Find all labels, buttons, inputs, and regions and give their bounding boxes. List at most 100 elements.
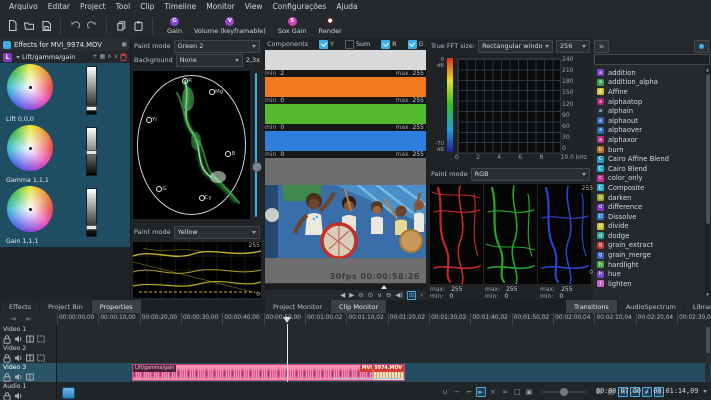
save-icon[interactable] bbox=[40, 19, 52, 33]
timeline-tool-icon[interactable]: ⌐ bbox=[464, 387, 474, 397]
timeline-tool-icon[interactable]: ∞ bbox=[500, 387, 510, 397]
menu-item[interactable]: Ajuda bbox=[331, 2, 362, 11]
dock-tab[interactable]: Transitions bbox=[566, 300, 617, 313]
dock-tab[interactable]: Library bbox=[685, 300, 711, 313]
scroll-down-icon[interactable]: ▼ bbox=[705, 292, 710, 297]
vectorscope-background-select[interactable]: None bbox=[176, 54, 243, 67]
dock-tab[interactable]: AudioSpectrum bbox=[618, 300, 684, 313]
color-wheel[interactable] bbox=[7, 125, 53, 171]
track-header[interactable]: Video 2 bbox=[0, 344, 57, 363]
wheel-cursor[interactable] bbox=[29, 147, 32, 150]
slider-knob[interactable] bbox=[252, 162, 262, 172]
transition-list-item[interactable]: l lighten bbox=[593, 279, 704, 289]
track-header[interactable]: Video 3 bbox=[0, 363, 57, 382]
transport-icon[interactable]: ◀ bbox=[340, 292, 345, 299]
lock-icon[interactable] bbox=[3, 392, 11, 400]
track-header[interactable]: Video 1 bbox=[0, 325, 57, 344]
transition-list-item[interactable]: d darken bbox=[593, 193, 704, 203]
menu-item[interactable]: Arquivo bbox=[4, 2, 43, 11]
transport-icon[interactable]: ⊖ bbox=[358, 292, 363, 299]
transition-list-item[interactable]: g grain_extract bbox=[593, 241, 704, 251]
slider-handle[interactable] bbox=[86, 106, 97, 111]
timeline-tool-icon[interactable]: × bbox=[488, 387, 498, 397]
transition-list-item[interactable]: h hue bbox=[593, 269, 704, 279]
dock-tab[interactable]: Properties bbox=[92, 300, 141, 313]
overwrite-mode-icon[interactable]: ⇤ bbox=[26, 315, 32, 323]
timeline-properties-icon[interactable] bbox=[62, 387, 75, 399]
checkbox-icon[interactable] bbox=[381, 40, 390, 49]
color-wheel[interactable] bbox=[7, 186, 53, 232]
channel-checkbox[interactable]: Sum bbox=[345, 40, 370, 49]
transition-list-item[interactable]: a alphaatop bbox=[593, 97, 704, 107]
monitor-tab[interactable]: Project Monitor bbox=[265, 300, 330, 313]
dock-tab[interactable]: Effects bbox=[1, 300, 39, 313]
transitions-search-input[interactable] bbox=[594, 54, 710, 65]
transport-icon[interactable]: ▶ bbox=[349, 292, 354, 299]
menu-item[interactable]: Project bbox=[75, 2, 111, 11]
slider-handle[interactable] bbox=[86, 225, 97, 230]
monitor-tab[interactable]: Clip Monitor bbox=[331, 300, 386, 313]
speaker-icon[interactable] bbox=[14, 354, 23, 362]
channel-checkbox[interactable]: G bbox=[408, 40, 424, 49]
seek-position-marker[interactable] bbox=[381, 285, 387, 289]
toolbar-button[interactable]: G Gain bbox=[161, 14, 188, 38]
timeline-tool-icon[interactable]: ▣ bbox=[524, 387, 534, 397]
project-monitor[interactable]: 30fps 00:00:58:26 bbox=[265, 158, 426, 283]
toolbar-button[interactable]: ● Render bbox=[313, 14, 348, 38]
move-down-icon[interactable]: ∨ bbox=[114, 54, 118, 60]
dock-tab[interactable]: Project Bin bbox=[40, 300, 91, 313]
lock-icon[interactable] bbox=[3, 335, 11, 344]
add-keyframe-icon[interactable]: + bbox=[92, 54, 97, 60]
transport-icon[interactable]: ⊞ bbox=[407, 291, 416, 300]
vectorscope-paint-mode-select[interactable]: Green 2 bbox=[174, 40, 260, 53]
transition-list-item[interactable]: b burn bbox=[593, 145, 704, 155]
open-file-icon[interactable] bbox=[23, 19, 35, 33]
transition-list-item[interactable]: a alphaout bbox=[593, 116, 704, 126]
timeline-tool-icon[interactable]: − bbox=[452, 387, 462, 397]
menu-item[interactable]: Editar bbox=[43, 2, 75, 11]
transport-icon[interactable]: ∨ bbox=[377, 292, 382, 299]
transition-list-item[interactable]: c color_only bbox=[593, 174, 704, 184]
speaker-icon[interactable] bbox=[14, 392, 23, 400]
split-view-icon[interactable] bbox=[26, 373, 34, 381]
lock-icon[interactable] bbox=[3, 373, 11, 382]
menu-item[interactable]: Clip bbox=[135, 2, 159, 11]
transition-list-item[interactable]: d divide bbox=[593, 222, 704, 232]
panel-menu-icon[interactable]: ▣ bbox=[121, 42, 127, 48]
track-video-2[interactable]: Video 2 bbox=[0, 344, 711, 364]
split-view-icon[interactable] bbox=[26, 335, 34, 343]
transport-icon[interactable]: ⊙ bbox=[368, 292, 373, 299]
move-up-icon[interactable]: ∧ bbox=[107, 54, 111, 60]
paste-icon[interactable] bbox=[132, 19, 144, 33]
checkbox-icon[interactable] bbox=[319, 40, 328, 49]
menu-item[interactable]: Monitor bbox=[201, 2, 240, 11]
transition-list-item[interactable]: d difference bbox=[593, 202, 704, 212]
lock-icon[interactable] bbox=[3, 354, 11, 363]
transition-list-item[interactable]: a alphaxor bbox=[593, 135, 704, 145]
new-file-icon[interactable] bbox=[6, 19, 18, 33]
transport-icon[interactable]: ⊖ bbox=[386, 292, 391, 299]
timeline-tool-icon[interactable]: ► bbox=[476, 387, 486, 397]
transition-list-item[interactable]: A Affine bbox=[593, 87, 704, 97]
filter-toggle-button[interactable] bbox=[694, 40, 709, 53]
timeline-zoom-slider[interactable] bbox=[542, 391, 586, 393]
dashed-box-icon[interactable] bbox=[37, 354, 45, 362]
wheel-cursor[interactable] bbox=[29, 86, 32, 89]
transport-icon[interactable]: › bbox=[420, 292, 423, 299]
list-menu-button[interactable]: ≡ bbox=[594, 40, 609, 53]
transition-list-item[interactable]: D Dissolve bbox=[593, 212, 704, 222]
wheel-value-slider[interactable] bbox=[86, 66, 97, 115]
track-lane[interactable] bbox=[57, 325, 711, 344]
scrollbar-handle[interactable] bbox=[706, 327, 710, 353]
channel-checkbox[interactable]: R bbox=[381, 40, 396, 49]
fft-size-select[interactable]: 256 bbox=[556, 40, 590, 53]
transition-list-item[interactable]: a addition bbox=[593, 68, 704, 78]
transition-list-item[interactable]: h hardlight bbox=[593, 260, 704, 270]
transition-list-item[interactable]: C Composite bbox=[593, 183, 704, 193]
grid-icon[interactable]: ▦ bbox=[100, 54, 106, 60]
track-header[interactable]: Audio 1 bbox=[0, 382, 57, 400]
timeline-tool-icon[interactable]: □ bbox=[512, 387, 522, 397]
track-video-3[interactable]: Video 3 Lift/gamma/gain MVI_9974.MOV bbox=[0, 363, 711, 383]
menu-item[interactable]: Configurações bbox=[268, 2, 332, 11]
transition-list-item[interactable]: a alphain bbox=[593, 106, 704, 116]
